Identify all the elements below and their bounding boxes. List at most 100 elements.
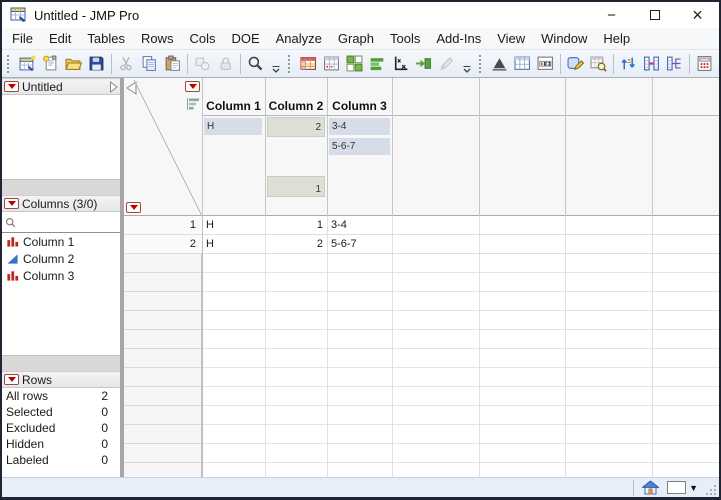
maximize-icon: [649, 10, 660, 20]
copy-icon[interactable]: [138, 52, 161, 75]
cell-column1[interactable]: H: [202, 216, 265, 234]
toolbar-overflow-icon[interactable]: [271, 54, 281, 74]
column-search-input[interactable]: [16, 216, 106, 228]
table-panel-title: Untitled: [22, 79, 63, 94]
column-list-item[interactable]: Column 3: [2, 267, 120, 284]
column-list-item[interactable]: Column 1: [2, 233, 120, 250]
tile-windows-icon[interactable]: [343, 52, 366, 75]
menu-file[interactable]: File: [4, 28, 41, 49]
menu-analyze[interactable]: Analyze: [268, 28, 330, 49]
window-list-button[interactable]: ▼: [667, 481, 698, 494]
sort-arrows-icon[interactable]: [617, 52, 640, 75]
save-icon[interactable]: [85, 52, 108, 75]
table-row[interactable]: 1 H 1 3-4: [124, 216, 719, 235]
header-summary-bar[interactable]: 5-6-7: [329, 138, 390, 155]
menu-cols[interactable]: Cols: [181, 28, 223, 49]
grid-column-line: [265, 78, 266, 216]
toolbar-separator: [187, 53, 188, 74]
menu-edit[interactable]: Edit: [41, 28, 79, 49]
column-header[interactable]: Column 3: [327, 97, 392, 115]
menu-tables[interactable]: Tables: [79, 28, 133, 49]
sidebar: Untitled Columns (3/0) Column 1 Column 2C…: [2, 78, 120, 477]
grid-column-line: [479, 216, 480, 477]
grid-column-line: [202, 78, 203, 216]
data-table-icon[interactable]: [297, 52, 320, 75]
cell-column2[interactable]: 2: [265, 235, 327, 253]
menu-add-ins[interactable]: Add-Ins: [428, 28, 489, 49]
header-summary-bar[interactable]: 1: [267, 176, 325, 197]
search-icon[interactable]: [244, 52, 267, 75]
axes-icon[interactable]: [389, 52, 412, 75]
maximize-button[interactable]: [633, 2, 676, 28]
close-button[interactable]: ×: [676, 2, 719, 28]
menu-view[interactable]: View: [489, 28, 533, 49]
open-file-icon[interactable]: [62, 52, 85, 75]
header-summary-bar[interactable]: 2: [267, 117, 325, 137]
grid-column-line: [479, 78, 480, 216]
minimize-button[interactable]: −: [590, 2, 633, 28]
toolbar-grip[interactable]: [479, 54, 483, 73]
toolbar-separator: [240, 53, 241, 74]
cell-column1[interactable]: H: [202, 235, 265, 253]
continuous-modeling-icon: [7, 254, 18, 264]
rows-stat-label: Excluded: [6, 421, 56, 435]
toolbar-grip[interactable]: [7, 54, 11, 73]
row-number[interactable]: 2: [124, 235, 202, 253]
join-columns-icon[interactable]: [640, 52, 663, 75]
bar-chart-icon[interactable]: [366, 52, 389, 75]
new-column-grid-icon[interactable]: [511, 52, 534, 75]
new-data-table-icon[interactable]: [16, 52, 39, 75]
toolbar-overflow-icon[interactable]: [462, 54, 472, 74]
rows-stat-value: 0: [101, 437, 108, 451]
header-summary-bar[interactable]: H: [204, 118, 262, 135]
columns-red-triangle-menu-icon[interactable]: [4, 198, 19, 209]
toolbar: [2, 50, 719, 78]
run-script-icon[interactable]: [716, 52, 719, 75]
grid-rows-red-triangle-icon[interactable]: [126, 202, 141, 213]
edit-pen-icon: [435, 52, 458, 75]
new-journal-icon[interactable]: [39, 52, 62, 75]
nominal-modeling-icon: [7, 271, 19, 281]
table-preview-icon[interactable]: [587, 52, 610, 75]
row-number[interactable]: 1: [124, 216, 202, 234]
home-button[interactable]: [642, 480, 660, 495]
grid-columns-red-triangle-icon[interactable]: [185, 81, 200, 92]
caret-down-icon: ▼: [689, 482, 698, 493]
menu-help[interactable]: Help: [595, 28, 638, 49]
summary-table-icon[interactable]: [320, 52, 343, 75]
window-title: Untitled - JMP Pro: [34, 7, 140, 23]
column-header[interactable]: Column 2: [265, 97, 327, 115]
menu-window[interactable]: Window: [533, 28, 595, 49]
grid-column-line: [652, 78, 653, 216]
toolbar-grip[interactable]: [288, 54, 292, 73]
rows-stat-item: Labeled 0: [2, 452, 120, 468]
selection-icon: [191, 52, 214, 75]
menu-rows[interactable]: Rows: [133, 28, 182, 49]
paste-icon[interactable]: [161, 52, 184, 75]
menu-graph[interactable]: Graph: [330, 28, 382, 49]
table-row[interactable]: 2 H 2 5-6-7: [124, 235, 719, 254]
columns-panel-body: [2, 284, 120, 355]
column-list-item[interactable]: Column 2: [2, 250, 120, 267]
cell-column2[interactable]: 1: [265, 216, 327, 234]
menu-doe[interactable]: DOE: [223, 28, 267, 49]
table-red-triangle-menu-icon[interactable]: [4, 81, 19, 92]
cell-column3[interactable]: 5-6-7: [327, 235, 392, 253]
panel-expand-icon[interactable]: [109, 80, 118, 93]
resize-grip[interactable]: [704, 483, 718, 497]
header-graph-toggle-icon[interactable]: [186, 97, 201, 111]
header-summary-bar[interactable]: 3-4: [329, 118, 390, 135]
rows-stat-value: 0: [101, 405, 108, 419]
cell-column3[interactable]: 3-4: [327, 216, 392, 234]
numeric-grid-icon[interactable]: [534, 52, 557, 75]
rows-red-triangle-menu-icon[interactable]: [4, 374, 19, 385]
split-columns-icon[interactable]: [663, 52, 686, 75]
menu-tools[interactable]: Tools: [382, 28, 428, 49]
select-edit-icon[interactable]: [564, 52, 587, 75]
jmp-window: Untitled - JMP Pro − × File Edit Tables Row…: [0, 0, 721, 500]
calculator-icon[interactable]: [693, 52, 716, 75]
column-header[interactable]: Column 1: [202, 97, 265, 115]
distribution-icon[interactable]: [488, 52, 511, 75]
rows-panel-header: Rows: [2, 371, 120, 388]
formula-run-icon[interactable]: [412, 52, 435, 75]
